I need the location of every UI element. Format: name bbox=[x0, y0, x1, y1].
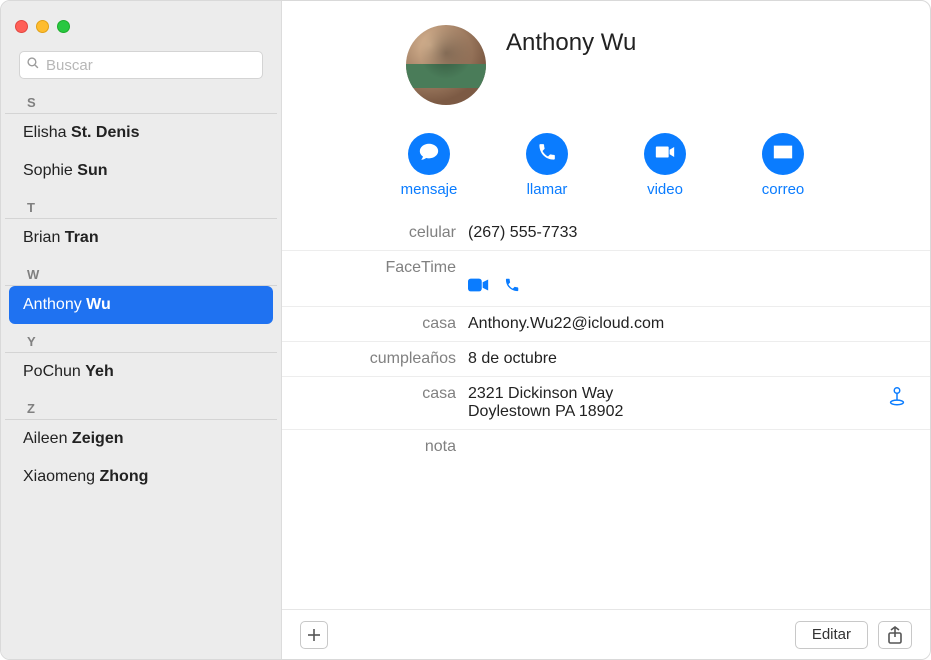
fields: celular (267) 555-7733 FaceTime casa Ant… bbox=[282, 212, 930, 468]
contact-first-name: Aileen bbox=[23, 430, 72, 447]
facetime-icons bbox=[468, 259, 910, 298]
contact-last-name: Wu bbox=[86, 296, 111, 313]
field-value: 2321 Dickinson Way Doylestown PA 18902 bbox=[468, 385, 910, 421]
video-icon bbox=[654, 141, 676, 168]
video-button[interactable]: video bbox=[630, 133, 700, 198]
contact-row[interactable]: Sophie Sun bbox=[1, 152, 281, 190]
contacts-window: SElisha St. DenisSophie SunTBrian TranWA… bbox=[0, 0, 931, 660]
facetime-audio-icon[interactable] bbox=[504, 259, 520, 298]
titlebar bbox=[1, 1, 281, 51]
field-label: casa bbox=[282, 315, 468, 333]
section-letter: T bbox=[5, 190, 277, 219]
contact-header: Anthony Wu bbox=[282, 25, 930, 105]
close-window-button[interactable] bbox=[15, 20, 28, 33]
message-label: mensaje bbox=[401, 181, 458, 198]
add-button[interactable] bbox=[300, 621, 328, 649]
video-label: video bbox=[647, 181, 683, 198]
contact-row[interactable]: Aileen Zeigen bbox=[1, 420, 281, 458]
contact-first-name: Anthony bbox=[23, 296, 86, 313]
edit-button[interactable]: Editar bbox=[795, 621, 868, 649]
contact-first-name: Sophie bbox=[23, 162, 77, 179]
contact-name: Anthony Wu bbox=[506, 29, 636, 57]
contact-first-name: PoChun bbox=[23, 363, 85, 380]
field-label: cumpleaños bbox=[282, 350, 468, 368]
search-input[interactable] bbox=[40, 57, 256, 74]
minimize-window-button[interactable] bbox=[36, 20, 49, 33]
speech-bubble-icon bbox=[418, 141, 440, 168]
sidebar: SElisha St. DenisSophie SunTBrian TranWA… bbox=[1, 1, 282, 659]
contact-first-name: Brian bbox=[23, 229, 65, 246]
field-note[interactable]: nota bbox=[282, 430, 930, 464]
contact-first-name: Elisha bbox=[23, 124, 71, 141]
field-value: (267) 555-7733 bbox=[468, 224, 910, 242]
field-label: celular bbox=[282, 224, 468, 242]
field-label: casa bbox=[282, 385, 468, 403]
contact-last-name: Zhong bbox=[100, 468, 149, 485]
contact-row[interactable]: Xiaomeng Zhong bbox=[1, 458, 281, 496]
field-label: nota bbox=[282, 438, 468, 456]
share-button[interactable] bbox=[878, 621, 912, 649]
field-value: 8 de octubre bbox=[468, 350, 910, 368]
mail-button[interactable]: correo bbox=[748, 133, 818, 198]
section-letter: S bbox=[5, 85, 277, 114]
detail-pane: Anthony Wu mensaje llamar video bbox=[282, 1, 930, 659]
search-icon bbox=[26, 56, 40, 75]
contact-last-name: St. Denis bbox=[71, 124, 139, 141]
field-birthday[interactable]: cumpleaños 8 de octubre bbox=[282, 342, 930, 377]
facetime-video-icon[interactable] bbox=[468, 259, 490, 298]
contact-row[interactable]: Elisha St. Denis bbox=[1, 114, 281, 152]
map-pin-icon[interactable] bbox=[886, 385, 908, 407]
search-field[interactable] bbox=[19, 51, 263, 79]
field-value: Anthony.Wu22@icloud.com bbox=[468, 315, 910, 333]
action-row: mensaje llamar video correo bbox=[282, 105, 930, 212]
contact-last-name: Tran bbox=[65, 229, 99, 246]
contact-row[interactable]: PoChun Yeh bbox=[1, 353, 281, 391]
section-letter: W bbox=[5, 257, 277, 286]
contact-last-name: Yeh bbox=[85, 363, 113, 380]
call-label: llamar bbox=[527, 181, 568, 198]
contact-last-name: Zeigen bbox=[72, 430, 124, 447]
avatar[interactable] bbox=[406, 25, 486, 105]
section-letter: Y bbox=[5, 324, 277, 353]
contact-row[interactable]: Brian Tran bbox=[1, 219, 281, 257]
field-facetime[interactable]: FaceTime bbox=[282, 251, 930, 307]
message-button[interactable]: mensaje bbox=[394, 133, 464, 198]
contact-row[interactable]: Anthony Wu bbox=[9, 286, 273, 324]
mail-icon bbox=[772, 141, 794, 168]
section-letter: Z bbox=[5, 391, 277, 420]
mail-label: correo bbox=[762, 181, 805, 198]
call-button[interactable]: llamar bbox=[512, 133, 582, 198]
contact-list[interactable]: SElisha St. DenisSophie SunTBrian TranWA… bbox=[1, 85, 281, 659]
field-home-address[interactable]: casa 2321 Dickinson Way Doylestown PA 18… bbox=[282, 377, 930, 430]
contact-first-name: Xiaomeng bbox=[23, 468, 100, 485]
zoom-window-button[interactable] bbox=[57, 20, 70, 33]
field-home-email[interactable]: casa Anthony.Wu22@icloud.com bbox=[282, 307, 930, 342]
bottom-toolbar: Editar bbox=[282, 609, 930, 659]
field-cell[interactable]: celular (267) 555-7733 bbox=[282, 216, 930, 251]
contact-last-name: Sun bbox=[77, 162, 107, 179]
field-label: FaceTime bbox=[282, 259, 468, 277]
phone-icon bbox=[537, 142, 557, 167]
